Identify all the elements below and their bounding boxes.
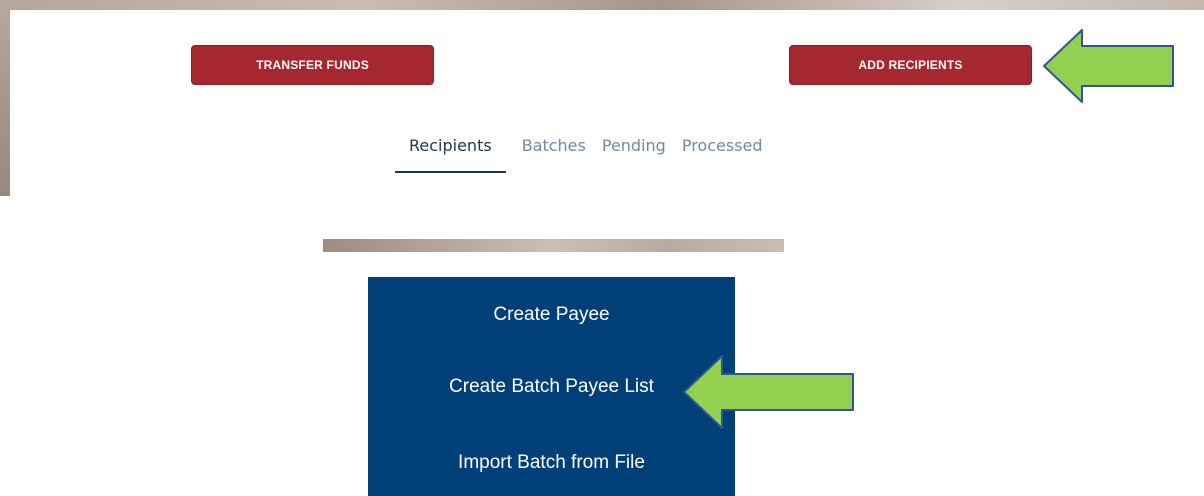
- transfer-funds-button[interactable]: TRANSFER FUNDS: [191, 45, 434, 85]
- annotated-screenshot: TRANSFER FUNDS ADD RECIPIENTS Recipients…: [0, 0, 1204, 496]
- tab-pending[interactable]: Pending: [602, 136, 666, 173]
- add-recipients-button[interactable]: ADD RECIPIENTS: [789, 45, 1032, 85]
- menu-item-create-batch-payee-list[interactable]: Create Batch Payee List: [368, 376, 735, 398]
- top-screenshot-panel: TRANSFER FUNDS ADD RECIPIENTS Recipients…: [0, 0, 1204, 206]
- tab-batches[interactable]: Batches: [522, 136, 586, 173]
- background-strip: [0, 0, 1204, 10]
- menu-item-import-batch-from-file[interactable]: Import Batch from File: [368, 452, 735, 474]
- tab-bar: Recipients Batches Pending Processed: [395, 136, 779, 173]
- tab-recipients[interactable]: Recipients: [395, 136, 506, 173]
- background-edge: [0, 0, 10, 196]
- menu-item-create-payee[interactable]: Create Payee: [368, 304, 735, 326]
- tab-processed[interactable]: Processed: [682, 136, 763, 173]
- green-arrow-icon: [683, 355, 854, 429]
- add-recipients-menu: Create Payee Create Batch Payee List Imp…: [368, 277, 735, 496]
- green-arrow-icon: [1043, 29, 1174, 103]
- cropped-background-strip: [323, 239, 784, 252]
- content-card: [10, 10, 1204, 206]
